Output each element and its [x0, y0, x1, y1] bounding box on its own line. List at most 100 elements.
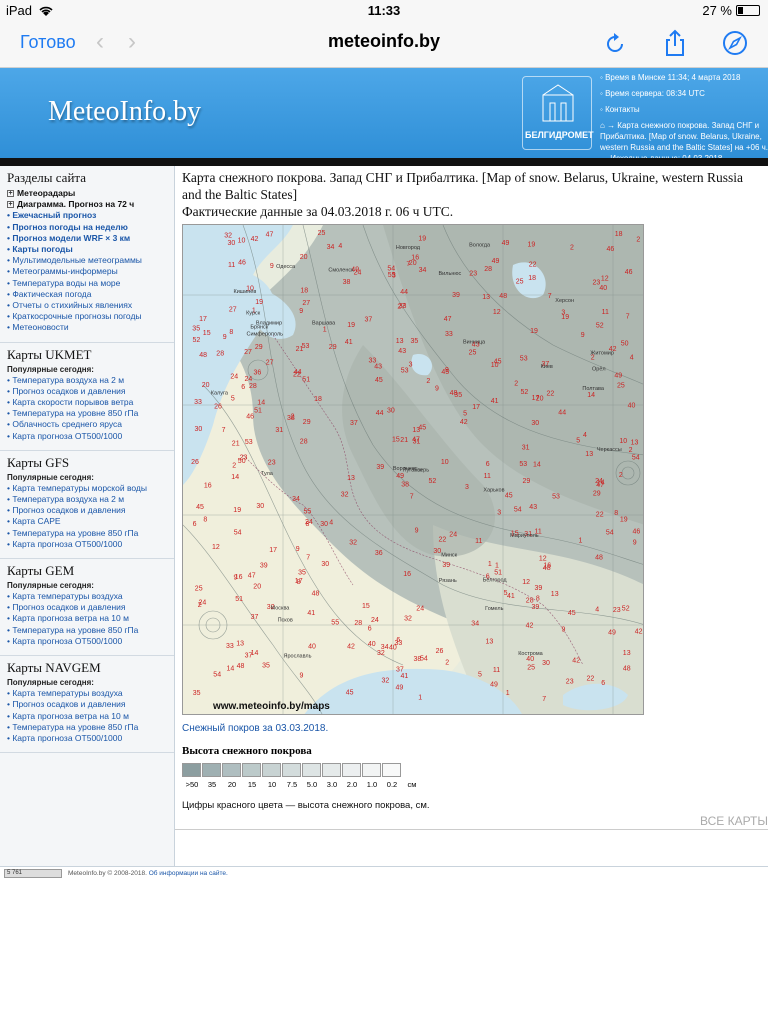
sidebar-link-label[interactable]: Метеоновости: [12, 322, 68, 332]
sidebar-link[interactable]: • Карта прогноза OT500/1000: [7, 636, 167, 647]
sidebar-link[interactable]: • Карта температуры морской воды: [7, 483, 167, 494]
sidebar-link-label[interactable]: Температура воды на море: [12, 278, 120, 288]
sidebar-link[interactable]: • Отчеты о стихийных явлениях: [7, 300, 167, 311]
status-bar: iPad 11:33 27 %: [0, 0, 768, 20]
sidebar-link-label[interactable]: Карта скорости порывов ветра: [12, 397, 133, 407]
sidebar-link[interactable]: • Температура на уровне 850 гПа: [7, 408, 167, 419]
sidebar-link[interactable]: • Карты погоды: [7, 244, 167, 255]
sidebar-link-label[interactable]: Карты погоды: [12, 244, 72, 254]
sidebar-link[interactable]: • Облачность среднего яруса: [7, 419, 167, 430]
sidebar-link[interactable]: • Прогноз модели WRF × 3 км: [7, 233, 167, 244]
compass-icon[interactable]: [720, 28, 750, 58]
reload-icon[interactable]: [600, 28, 630, 58]
map-depth-mark: 30: [320, 521, 328, 528]
sidebar-link[interactable]: • Прогноз осадков и давления: [7, 386, 167, 397]
visitor-counter[interactable]: 5 761: [4, 869, 62, 878]
sidebar-link-label[interactable]: Карта CAPE: [12, 516, 60, 526]
contacts-link[interactable]: Контакты: [605, 105, 640, 114]
legend-label: >50: [185, 780, 199, 789]
sidebar-link[interactable]: • Карта скорости порывов ветра: [7, 397, 167, 408]
sidebar-link-label[interactable]: Прогноз модели WRF × 3 км: [12, 233, 130, 243]
sidebar-link[interactable]: • Ежечасный прогноз: [7, 210, 167, 221]
sidebar-link[interactable]: • Карта температуры воздуха: [7, 688, 167, 699]
sidebar-link-label[interactable]: Прогноз погоды на неделю: [12, 222, 128, 232]
expand-icon[interactable]: +: [7, 190, 14, 198]
sidebar-link-label[interactable]: Температура на уровне 850 гПа: [12, 408, 138, 418]
sidebar-link[interactable]: • Прогноз осадков и давления: [7, 505, 167, 516]
sidebar-link-label[interactable]: Карта прогноза OT500/1000: [12, 733, 122, 743]
share-icon[interactable]: [660, 28, 690, 58]
site-logo[interactable]: MeteoInfo.by: [48, 96, 201, 128]
sidebar-link-label[interactable]: Карта температуры воздуха: [12, 688, 122, 698]
sidebar-link-label[interactable]: Прогноз осадков и давления: [12, 602, 125, 612]
sidebar-link-label[interactable]: Диаграмма. Прогноз на 72 ч: [17, 199, 134, 209]
sidebar-link-label[interactable]: Карта прогноза OT500/1000: [12, 431, 122, 441]
map-city-label: Луганск: [403, 468, 423, 474]
sidebar-link[interactable]: • Прогноз осадков и давления: [7, 699, 167, 710]
sidebar-link-label[interactable]: Прогноз осадков и давления: [12, 699, 125, 709]
map-depth-mark: 46: [625, 269, 633, 276]
sidebar-link-label[interactable]: Облачность среднего яруса: [12, 419, 122, 429]
home-icon[interactable]: ⌂: [600, 121, 605, 130]
sidebar-link[interactable]: • Метеоновости: [7, 322, 167, 333]
sidebar-link-label[interactable]: Температура воздуха на 2 м: [12, 375, 124, 385]
sidebar-link[interactable]: • Температура воды на море: [7, 278, 167, 289]
sidebar-link[interactable]: • Карта CAPE: [7, 516, 167, 527]
sidebar-link-label[interactable]: Краткосрочные прогнозы погоды: [12, 311, 141, 321]
sidebar-link-label[interactable]: Температура на уровне 850 гПа: [12, 722, 138, 732]
sidebar-link-label[interactable]: Температура на уровне 850 гПа: [12, 528, 138, 538]
battery-icon: [736, 5, 760, 16]
sidebar-link-label[interactable]: Метеорадары: [17, 188, 75, 198]
map-depth-mark: 23: [469, 271, 477, 278]
sidebar-link[interactable]: • Температура на уровне 850 гПа: [7, 722, 167, 733]
sidebar-link[interactable]: • Температура на уровне 850 гПа: [7, 625, 167, 636]
sidebar-link[interactable]: • Прогноз погоды на неделю: [7, 222, 167, 233]
expand-icon[interactable]: +: [7, 201, 14, 209]
sidebar-link[interactable]: + Метеорадары: [7, 188, 167, 199]
sidebar-link-label[interactable]: Карта прогноза ветра на 10 м: [12, 613, 129, 623]
sidebar-link[interactable]: • Карта температуры воздуха: [7, 591, 167, 602]
sidebar-link[interactable]: • Карта прогноза OT500/1000: [7, 431, 167, 442]
sidebar-link[interactable]: • Температура воздуха на 2 м: [7, 494, 167, 505]
footer: 5 761 MeteoInfo.by © 2008-2018. Об инфор…: [0, 866, 768, 880]
sidebar-link-label[interactable]: Карта температуры воздуха: [12, 591, 122, 601]
sidebar-link[interactable]: • Карта прогноза OT500/1000: [7, 539, 167, 550]
sidebar-link[interactable]: • Карта прогноза OT500/1000: [7, 733, 167, 744]
sidebar-link-label[interactable]: Карта прогноза OT500/1000: [12, 539, 122, 549]
sidebar-link-label[interactable]: Мультимодельные метеограммы: [12, 255, 142, 265]
snow-yesterday-link-text[interactable]: Снежный покров за 03.03.2018: [182, 723, 326, 734]
sidebar-link-label[interactable]: Температура на уровне 850 гПа: [12, 625, 138, 635]
sidebar-link-label[interactable]: Карта прогноза ветра на 10 м: [12, 711, 129, 721]
sidebar-link[interactable]: • Краткосрочные прогнозы погоды: [7, 311, 167, 322]
snow-yesterday-link[interactable]: Снежный покров за 03.03.2018.: [182, 723, 768, 734]
sidebar-link[interactable]: • Карта прогноза ветра на 10 м: [7, 613, 167, 624]
map-city-label: Киев: [541, 364, 553, 370]
sidebar-popular-label: Популярные сегодня:: [7, 581, 94, 591]
sidebar-link[interactable]: • Прогноз осадков и давления: [7, 602, 167, 613]
sidebar-link-label[interactable]: Прогноз осадков и давления: [12, 505, 125, 515]
sidebar-link[interactable]: • Температура на уровне 850 гПа: [7, 528, 167, 539]
map-depth-mark: 24: [354, 270, 362, 277]
breadcrumb[interactable]: → Карта снежного покрова. Запад СНГ и Пр…: [600, 121, 768, 158]
sidebar-link[interactable]: • Мультимодельные метеограммы: [7, 255, 167, 266]
sidebar-link-label[interactable]: Метеограммы-информеры: [12, 266, 117, 276]
sidebar-link-label[interactable]: Фактическая погода: [12, 289, 91, 299]
sidebar-link-label[interactable]: Отчеты о стихийных явлениях: [12, 300, 132, 310]
sidebar-link[interactable]: • Карта прогноза ветра на 10 м: [7, 711, 167, 722]
sidebar-link-label[interactable]: Карта прогноза OT500/1000: [12, 636, 122, 646]
sidebar-link-label[interactable]: Карта температуры морской воды: [12, 483, 147, 493]
about-info-link[interactable]: Об информации на сайте.: [149, 870, 228, 877]
snow-cover-map[interactable]: 7 28 33 43 28 9 10 54 53 31 10 13 9 20 14 13 42 13 3 36 25 47…: [182, 224, 644, 715]
legend-swatch: [362, 763, 381, 777]
map-depth-mark: 24: [245, 376, 253, 383]
all-maps-link[interactable]: ВСЕ КАРТЫ: [700, 814, 768, 828]
sidebar-link[interactable]: • Метеограммы-информеры: [7, 266, 167, 277]
sidebar-link[interactable]: • Температура воздуха на 2 м: [7, 375, 167, 386]
map-depth-mark: 22: [529, 261, 537, 268]
sidebar-link-label[interactable]: Прогноз осадков и давления: [12, 386, 125, 396]
sidebar-link[interactable]: • Фактическая погода: [7, 289, 167, 300]
sidebar-link[interactable]: + Диаграмма. Прогноз на 72 ч: [7, 199, 167, 210]
map-depth-mark: 32: [404, 615, 412, 622]
sidebar-link-label[interactable]: Температура воздуха на 2 м: [12, 494, 124, 504]
sidebar-link-label[interactable]: Ежечасный прогноз: [12, 210, 96, 220]
